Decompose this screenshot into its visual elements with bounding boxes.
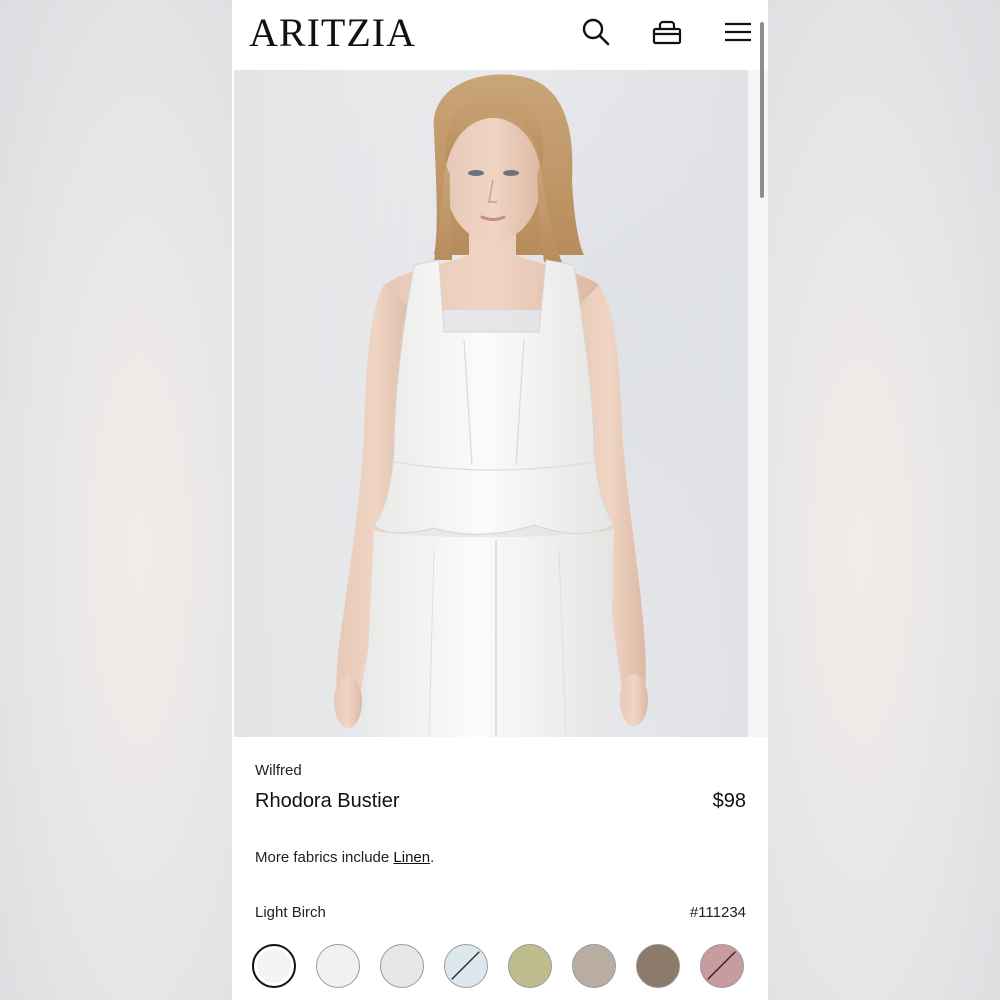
bag-icon[interactable] [651, 16, 683, 48]
color-swatch[interactable] [252, 944, 296, 988]
image-gutter [748, 70, 768, 737]
product-price: $98 [712, 790, 746, 812]
site-header: ARITZIA [232, 0, 768, 70]
fabric-link-linen[interactable]: Linen [393, 849, 430, 866]
menu-icon[interactable] [722, 16, 754, 48]
scrollbar[interactable] [760, 22, 764, 198]
swatch-fill [257, 949, 291, 983]
fabric-note: More fabrics include Linen. [255, 849, 434, 866]
product-image[interactable] [234, 70, 748, 737]
brand-logo[interactable]: ARITZIA [249, 10, 416, 56]
color-swatch[interactable] [316, 944, 360, 988]
fabric-note-period: . [430, 849, 435, 866]
selected-color-code: #111234 [689, 904, 746, 921]
unavailable-slash-icon [707, 951, 736, 980]
product-title: Rhodora Bustier [255, 790, 400, 812]
color-swatch[interactable] [508, 944, 552, 988]
mobile-product-page: ARITZIA Wilfred Rhodora Bustier $98 More… [232, 0, 768, 1000]
page-backdrop-right [768, 0, 1000, 1000]
color-swatch[interactable] [380, 944, 424, 988]
search-icon[interactable] [580, 16, 612, 48]
color-swatch-list [252, 942, 752, 992]
color-swatch[interactable] [636, 944, 680, 988]
page-backdrop-left [0, 0, 232, 1000]
color-swatch[interactable] [572, 944, 616, 988]
selected-color-name: Light Birch [255, 904, 326, 921]
model-illustration [234, 70, 748, 737]
unavailable-slash-icon [451, 951, 480, 980]
color-swatch[interactable] [700, 944, 744, 988]
product-brand[interactable]: Wilfred [255, 762, 302, 779]
color-swatch[interactable] [444, 944, 488, 988]
fabric-note-text: More fabrics include [255, 849, 394, 866]
